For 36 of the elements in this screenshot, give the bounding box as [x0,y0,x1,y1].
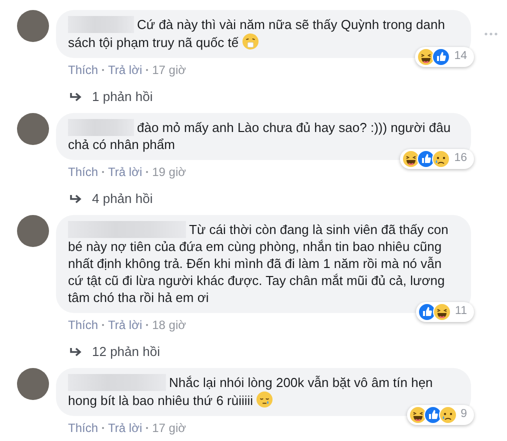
action-link[interactable]: Trả lời [108,165,142,179]
action-link[interactable]: Thích [68,318,98,332]
timestamp: 17 giờ [152,421,186,435]
avatar [17,215,49,247]
separator-dot [146,324,148,326]
reply-arrow-icon [70,92,82,102]
timestamp: 17 giờ [152,63,186,77]
separator-dot [102,427,104,429]
avatar [17,10,49,42]
reaction-summary[interactable]: 9 [406,405,474,425]
action-link[interactable]: Thích [68,63,98,77]
separator-dot [146,427,148,429]
reply-arrow-icon [70,194,82,204]
separator-dot [146,171,148,173]
action-link[interactable]: Trả lời [108,318,142,332]
comment-text: Cứ đà này thì vài năm nữa sẽ thấy Quỳnh trong danh sách tội phạm truy nã quốc tế [68,17,445,50]
separator-dot [146,69,148,71]
action-link[interactable]: Trả lời [108,63,142,77]
replies-link[interactable]: 4 phản hồi [92,191,153,207]
replies-link[interactable]: 12 phản hồi [92,344,160,360]
action-link[interactable]: Trả lời [108,421,142,435]
timestamp: 19 giờ [152,165,186,179]
separator-dot [102,324,104,326]
reaction-summary[interactable]: 11 [416,302,474,322]
timestamp: 18 giờ [152,318,186,332]
reaction-summary[interactable]: 14 [415,47,474,67]
reply-arrow-icon [70,347,82,357]
reaction-summary[interactable]: 16 [400,149,474,169]
action-link[interactable]: Thích [68,165,98,179]
avatar [17,368,49,400]
avatar [17,113,49,145]
separator-dot [102,69,104,71]
action-link[interactable]: Thích [68,421,98,435]
separator-dot [102,171,104,173]
comment-text: Nhắc lại nhói lòng 200k vẫn bặt vô âm tín hẹn hong bít là bao nhiêu thứ 6 rùiiiii [68,375,433,408]
replies-link[interactable]: 1 phản hồi [92,89,153,105]
